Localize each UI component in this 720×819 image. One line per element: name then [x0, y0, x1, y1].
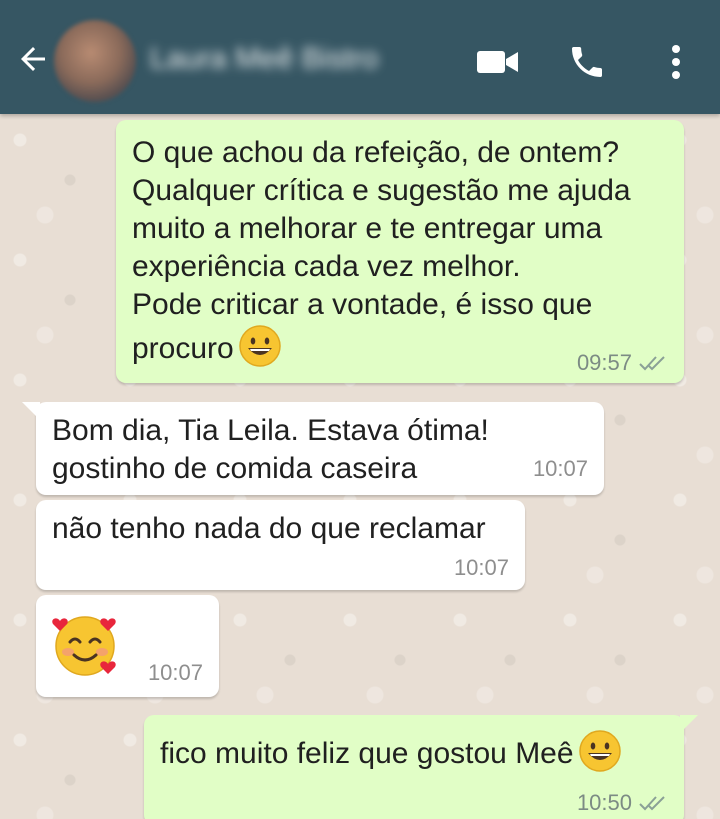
double-check-icon — [639, 796, 665, 811]
contact-avatar[interactable] — [54, 20, 136, 102]
header-actions — [472, 36, 702, 88]
arrow-left-icon — [21, 47, 45, 71]
message-list[interactable]: O que achou da refeição, de ontem? Qualq… — [0, 114, 720, 819]
grinning-face-emoji — [238, 325, 281, 367]
message-bubble-sent[interactable]: fico muito feliz que gostou Meê 10:50 — [144, 715, 698, 819]
message-time: 10:07 — [532, 456, 588, 481]
smiling-face-with-hearts-emoji — [52, 616, 116, 676]
bubble-tail — [22, 402, 40, 420]
message-bubble-received[interactable]: não tenho nada do que reclamar 10:07 — [36, 500, 525, 590]
double-check-icon — [639, 356, 665, 371]
more-vert-icon — [672, 45, 680, 79]
message-time: 09:57 — [576, 350, 632, 375]
bubble-tail — [680, 715, 698, 733]
message-bubble-sent[interactable]: O que achou da refeição, de ontem? Qualq… — [116, 120, 684, 383]
message-bubble-received[interactable]: 10:07 — [36, 595, 219, 697]
message-text: não tenho nada do que reclamar — [52, 512, 486, 545]
chat-header: Laura Meê Bistro — [0, 0, 720, 114]
grinning-face-emoji — [578, 730, 621, 772]
message-meta: 10:07 — [148, 661, 203, 685]
back-button[interactable] — [8, 34, 58, 84]
message-meta: 10:07 — [533, 457, 588, 481]
message-time: 10:50 — [576, 790, 632, 815]
message-text: O que achou da refeição, de ontem? Qualq… — [132, 136, 631, 365]
video-camera-icon — [477, 51, 518, 73]
message-time: 10:07 — [147, 660, 203, 685]
more-options-button[interactable] — [650, 36, 702, 88]
message-text: Bom dia, Tia Leila. Estava ótima! gostin… — [52, 414, 489, 485]
video-call-button[interactable] — [472, 36, 524, 88]
message-text: fico muito feliz que gostou Meê — [160, 737, 574, 770]
message-time: 10:07 — [453, 555, 509, 580]
message-meta: 10:07 — [454, 556, 509, 580]
message-bubble-received[interactable]: Bom dia, Tia Leila. Estava ótima! gostin… — [22, 402, 604, 495]
phone-icon — [572, 47, 602, 77]
contact-name[interactable]: Laura Meê Bistro — [150, 42, 440, 76]
voice-call-button[interactable] — [561, 36, 613, 88]
message-meta: 09:57 — [577, 351, 668, 375]
message-meta: 10:50 — [577, 791, 668, 815]
